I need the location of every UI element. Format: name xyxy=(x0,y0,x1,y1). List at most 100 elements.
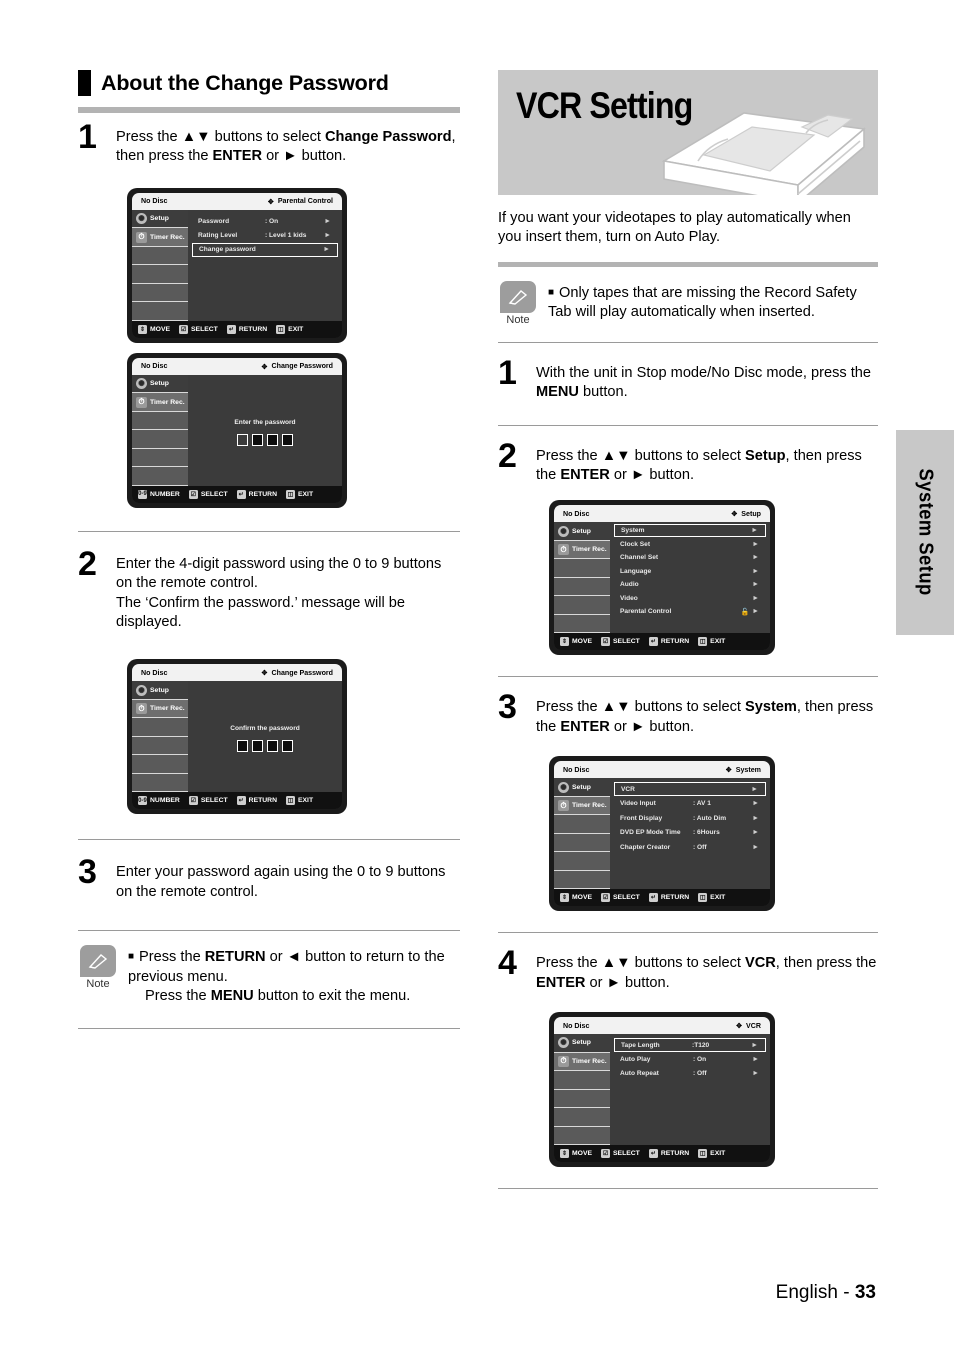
osd-system-menu[interactable]: No Disc ✥ System ✺ Setup ⏱ Timer Rec. VCR ► xyxy=(550,757,774,911)
osd-foot-move[interactable]: ⇕ MOVE xyxy=(560,893,592,903)
osd-foot-move[interactable]: ⇕ MOVE xyxy=(138,324,170,334)
osd-sidebar-item-timer-rec[interactable]: ⏱ Timer Rec. xyxy=(554,540,610,560)
osd-foot-select[interactable]: ☑ SELECT xyxy=(188,796,228,806)
osd-menu-title: Change Password xyxy=(271,362,334,371)
osd-sidebar-item-setup[interactable]: ✺ Setup xyxy=(132,209,188,229)
password-digit-4[interactable] xyxy=(282,433,293,446)
osd-row[interactable]: Clock Set ► xyxy=(614,537,766,551)
osd-main-list: VCR ► Video Input: AV 1 ► Front Display: A… xyxy=(610,778,770,890)
osd-sidebar-item-setup[interactable]: ✺ Setup xyxy=(132,681,188,700)
osd-row[interactable]: Language ► xyxy=(614,564,766,578)
osd-foot-number[interactable]: 0-9 NUMBER xyxy=(138,489,180,499)
osd-row[interactable]: Video Input: AV 1 ► xyxy=(614,796,766,811)
osd-sidebar-empty xyxy=(132,736,188,756)
osd-row-value: :T120 xyxy=(692,1041,710,1049)
osd-row-selected[interactable]: VCR ► xyxy=(614,782,766,797)
osd-sidebar-label-setup: Setup xyxy=(150,380,169,388)
step-number: 2 xyxy=(498,436,517,475)
chevron-right-icon: ► xyxy=(751,1041,758,1049)
osd-sidebar-item-timer-rec[interactable]: ⏱ Timer Rec. xyxy=(132,228,188,247)
osd-sidebar-item-timer-rec[interactable]: ⏱ Timer Rec. xyxy=(132,699,188,719)
osd-footer-bar: ⇕ MOVE ☑ SELECT ↵ RETURN ◫ EXIT xyxy=(554,633,770,651)
osd-confirm-password[interactable]: No Disc ✥ Change Password ✺ Setup ⏱ Timer R… xyxy=(128,660,346,814)
osd-foot-exit[interactable]: ◫ EXIT xyxy=(698,637,725,647)
osd-row[interactable]: DVD EP Mode Time: 6Hours ► xyxy=(614,825,766,840)
password-field[interactable] xyxy=(188,433,342,446)
osd-row[interactable]: Video ► xyxy=(614,591,766,605)
osd-foot-move[interactable]: ⇕ MOVE xyxy=(560,1149,592,1159)
osd-sidebar-label-timer: Timer Rec. xyxy=(150,233,185,241)
note-label: Note xyxy=(506,313,530,326)
osd-row[interactable]: Audio ► xyxy=(614,578,766,592)
osd-row-selected[interactable]: Change password ► xyxy=(192,242,338,257)
osd-menu-title: Setup xyxy=(741,509,761,518)
osd-sidebar-empty xyxy=(132,411,188,431)
osd-foot-select[interactable]: ☑ SELECT xyxy=(601,893,640,903)
password-digit-1[interactable] xyxy=(237,740,248,753)
osd-sidebar-item-setup[interactable]: ✺ Setup xyxy=(132,374,188,394)
password-digit-1[interactable] xyxy=(237,433,248,446)
password-digit-2[interactable] xyxy=(252,740,263,753)
osd-sidebar-item-timer-rec[interactable]: ⏱ Timer Rec. xyxy=(554,796,610,816)
osd-menu-title: System xyxy=(735,765,761,774)
osd-row-value: : Auto Dim xyxy=(693,814,727,822)
osd-row-value: : AV 1 xyxy=(693,800,711,807)
step-text: Enter the 4-digit password using the 0 t… xyxy=(116,554,460,633)
osd-foot-select[interactable]: ☑ SELECT xyxy=(188,489,228,499)
osd-foot-number[interactable]: 0-9 NUMBER xyxy=(138,796,180,806)
osd-foot-select[interactable]: ☑ SELECT xyxy=(601,637,640,647)
osd-foot-return[interactable]: ↵ RETURN xyxy=(648,1149,689,1159)
osd-row[interactable]: Password: On ► xyxy=(192,214,338,229)
osd-foot-exit[interactable]: ◫ EXIT xyxy=(276,324,303,334)
osd-parental-control[interactable]: No Disc ✥ Parental Control ✺ Setup ⏱ Timer … xyxy=(128,188,346,342)
pencil-icon xyxy=(500,280,536,313)
password-field[interactable] xyxy=(188,740,342,753)
password-digit-2[interactable] xyxy=(252,433,263,446)
osd-sidebar-item-timer-rec[interactable]: ⏱ Timer Rec. xyxy=(554,1052,610,1072)
osd-sidebar-item-setup[interactable]: ✺ Setup xyxy=(554,1034,610,1053)
osd-sidebar-item-timer-rec[interactable]: ⏱ Timer Rec. xyxy=(132,393,188,412)
chevron-right-icon: ► xyxy=(752,1055,759,1063)
osd-sidebar-item-setup[interactable]: ✺ Setup xyxy=(554,778,610,797)
osd-vcr-menu[interactable]: No Disc ✥ VCR ✺ Setup ⏱ Timer Rec. Tape Len… xyxy=(550,1013,774,1167)
osd-row-selected[interactable]: System ► xyxy=(614,524,766,538)
osd-sidebar-item-setup[interactable]: ✺ Setup xyxy=(554,522,610,541)
osd-setup-menu[interactable]: No Disc ✥ Setup ✺ Setup ⏱ Timer Rec. System… xyxy=(550,501,774,655)
password-digit-3[interactable] xyxy=(267,433,278,446)
osd-row[interactable]: Rating Level: Level 1 kids ► xyxy=(192,228,338,243)
osd-foot-move[interactable]: ⇕ MOVE xyxy=(560,637,592,647)
osd-row[interactable]: Front Display: Auto Dim ► xyxy=(614,811,766,826)
osd-row-value: : Off xyxy=(693,1070,707,1078)
osd-foot-return[interactable]: ↵ RETURN xyxy=(648,637,689,647)
osd-row[interactable]: Parental Control 🔓 ► xyxy=(614,605,766,619)
osd-footer-bar: ⇕ MOVE ☑ SELECT ↵ RETURN ◫ EXIT xyxy=(132,320,342,338)
password-digit-4[interactable] xyxy=(282,740,293,753)
osd-sidebar-label-timer: Timer Rec. xyxy=(150,398,185,406)
osd-foot-exit[interactable]: ◫ EXIT xyxy=(285,796,313,806)
right-column: VCR Setting If you want your videotapes … xyxy=(498,70,878,1190)
osd-foot-exit[interactable]: ◫ EXIT xyxy=(285,489,313,499)
osd-compass-icon: ✥ xyxy=(736,1022,743,1031)
osd-row[interactable]: Chapter Creator: Off ► xyxy=(614,840,766,855)
gear-icon: ✺ xyxy=(558,781,569,793)
enter-icon: ☑ xyxy=(601,893,611,903)
updown-icon: ⇕ xyxy=(560,893,569,903)
osd-foot-return[interactable]: ↵ RETURN xyxy=(648,893,689,903)
osd-foot-select[interactable]: ☑ SELECT xyxy=(601,1149,640,1159)
osd-foot-return[interactable]: ↵ RETURN xyxy=(236,489,277,499)
osd-row[interactable]: Auto Repeat: Off ► xyxy=(614,1067,766,1082)
osd-row-label: DVD EP Mode Time xyxy=(620,829,681,836)
osd-foot-exit[interactable]: ◫ EXIT xyxy=(698,893,725,903)
osd-foot-select[interactable]: ☑ SELECT xyxy=(179,324,218,334)
osd-foot-exit[interactable]: ◫ EXIT xyxy=(698,1149,725,1159)
osd-row[interactable]: Channel Set ► xyxy=(614,551,766,565)
osd-foot-return[interactable]: ↵ RETURN xyxy=(236,796,277,806)
osd-foot-return[interactable]: ↵ RETURN xyxy=(226,324,267,334)
osd-row[interactable]: Auto Play: On ► xyxy=(614,1052,766,1067)
osd-enter-password[interactable]: No Disc ✥ Change Password ✺ Setup ⏱ Timer R… xyxy=(128,353,346,507)
osd-row-label: Language xyxy=(620,567,652,575)
step1-bold-enter: ENTER xyxy=(212,148,263,165)
password-digit-3[interactable] xyxy=(267,740,278,753)
divider xyxy=(498,261,878,267)
osd-row-selected[interactable]: Tape Length:T120 ► xyxy=(614,1038,766,1053)
